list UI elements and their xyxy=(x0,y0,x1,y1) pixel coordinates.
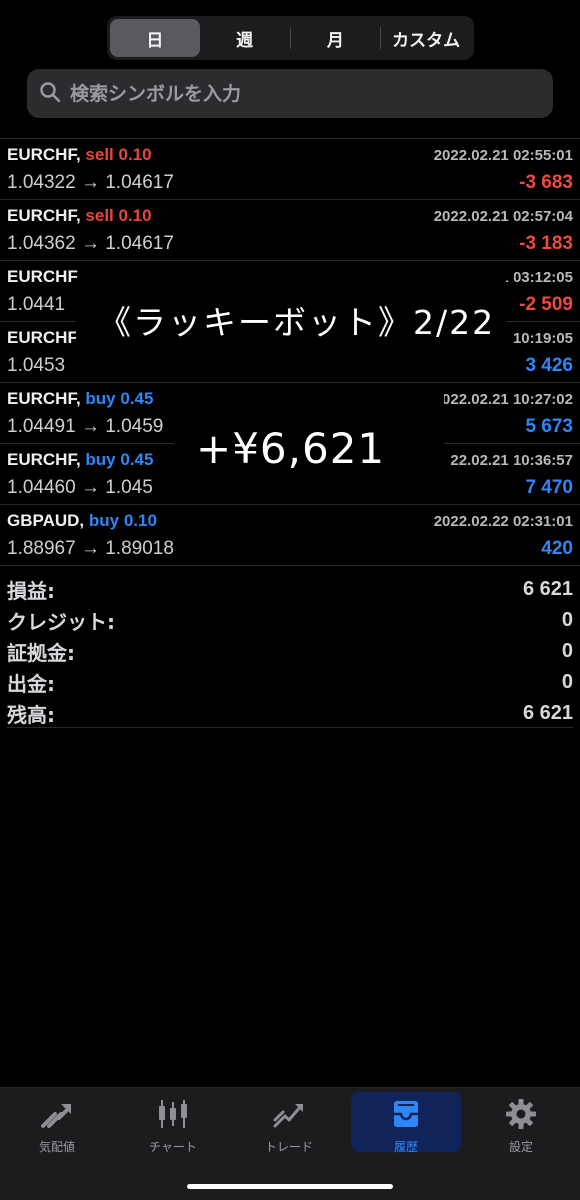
overlay-title: 《ラッキーボット》2/22 xyxy=(98,303,496,342)
deal-profit: 5 673 xyxy=(525,416,573,437)
settings-icon xyxy=(503,1092,539,1136)
deal-profit: -3 183 xyxy=(519,233,573,254)
period-tab-custom[interactable]: カスタム xyxy=(381,19,471,57)
deal-time: 2022.02.21 02:55:01 xyxy=(433,147,573,164)
period-tab-day[interactable]: 日 xyxy=(110,19,200,57)
deal-side: sell 0.10 xyxy=(85,206,152,225)
deal-time: 2022.02.21 10:27:02 xyxy=(433,391,573,408)
summary-row-balance: 残高: 6 621 xyxy=(0,698,580,729)
deal-symbol: EURCHF, xyxy=(7,328,81,347)
trade-icon xyxy=(271,1092,307,1136)
deal-profit: -3 683 xyxy=(519,172,573,193)
search-input[interactable] xyxy=(70,82,510,105)
deal-prices: 1.04491 → 1.0459 xyxy=(7,416,164,437)
summary-value: 6 621 xyxy=(522,702,573,724)
deal-row[interactable]: GBPAUD, buy 0.10 2022.02.22 02:31:01 1.8… xyxy=(0,504,580,565)
deal-side: buy 0.45 xyxy=(85,450,154,469)
summary-value: 0 xyxy=(561,640,573,662)
overlay-profit-amount: +¥6,621 xyxy=(196,424,386,473)
tab-trade[interactable]: トレード xyxy=(234,1092,344,1154)
deal-prices: 1.88967 → 1.89018 xyxy=(7,538,174,559)
deal-symbol: EURCHF, buy 0.45 xyxy=(7,450,154,469)
summary-label: 証拠金: xyxy=(7,641,75,665)
deal-row[interactable]: EURCHF, sell 0.10 2022.02.21 02:57:04 1.… xyxy=(0,199,580,260)
deal-side: buy 0.45 xyxy=(85,389,154,408)
deal-time: 22.02.21 10:36:57 xyxy=(450,452,573,469)
summary-label: クレジット: xyxy=(7,610,115,634)
overlay-backdrop xyxy=(84,262,514,278)
deal-symbol: EURCHF, sell 0.10 xyxy=(7,206,152,225)
summary-row-credit: クレジット: 0 xyxy=(0,605,580,636)
search-icon xyxy=(39,81,61,107)
deal-symbol: EURCHF, sell 0.10 xyxy=(7,145,152,164)
tab-quotes[interactable]: 気配値 xyxy=(2,1092,112,1154)
tab-settings[interactable]: 設定 xyxy=(466,1092,576,1154)
deal-profit: 420 xyxy=(541,538,573,559)
deal-prices: 1.0441 xyxy=(7,294,66,315)
period-segmented-control: 日 週 月 カスタム xyxy=(107,16,474,60)
deal-time: 2022.02.22 02:31:01 xyxy=(433,513,573,530)
history-icon xyxy=(388,1092,424,1136)
deal-profit: -2 509 xyxy=(519,294,573,315)
deal-prices: 1.04322 → 1.04617 xyxy=(7,172,174,193)
deal-prices: 1.04460 → 1.045 xyxy=(7,477,153,498)
tab-label: 設定 xyxy=(508,1140,533,1154)
chart-icon xyxy=(155,1092,191,1136)
deal-time: 10:19:05 xyxy=(512,330,573,347)
symbol-search-bar[interactable] xyxy=(27,69,553,118)
account-summary: 損益: 6 621 クレジット: 0 証拠金: 0 出金: 0 残高: 6 62… xyxy=(0,565,580,729)
tab-label: 気配値 xyxy=(38,1140,75,1154)
deal-time: 2022.02.21 02:57:04 xyxy=(433,208,573,225)
summary-row-margin: 証拠金: 0 xyxy=(0,636,580,667)
summary-row-withdrawal: 出金: 0 xyxy=(0,667,580,698)
tab-label: チャート xyxy=(149,1140,197,1154)
summary-value: 0 xyxy=(561,671,573,693)
deal-prices: 1.04362 → 1.04617 xyxy=(7,233,174,254)
deal-symbol: EURCHF, buy 0.45 xyxy=(7,389,154,408)
summary-label: 残高: xyxy=(7,703,55,727)
tab-label: トレード xyxy=(264,1140,313,1154)
deal-symbol: GBPAUD, buy 0.10 xyxy=(7,511,157,530)
period-tab-month[interactable]: 月 xyxy=(291,19,381,57)
deal-prices: 1.0453 xyxy=(7,355,66,376)
deal-side: buy 0.10 xyxy=(88,511,157,530)
deal-profit: 7 470 xyxy=(525,477,573,498)
tab-label: 履歴 xyxy=(393,1140,418,1154)
tab-chart[interactable]: チャート xyxy=(118,1092,228,1154)
period-tab-week[interactable]: 週 xyxy=(200,19,290,57)
deal-profit: 3 426 xyxy=(525,355,573,376)
summary-value: 6 621 xyxy=(522,578,573,600)
divider xyxy=(7,727,573,728)
summary-row-profit: 損益: 6 621 xyxy=(0,574,580,605)
summary-value: 0 xyxy=(561,609,573,631)
summary-label: 出金: xyxy=(7,672,55,696)
tab-history[interactable]: 履歴 xyxy=(351,1092,461,1154)
deal-row[interactable]: EURCHF, sell 0.10 2022.02.21 02:55:01 1.… xyxy=(0,138,580,199)
summary-label: 損益: xyxy=(7,579,55,603)
home-indicator[interactable] xyxy=(187,1184,393,1189)
quotes-icon xyxy=(39,1092,75,1136)
overlay-backdrop xyxy=(160,355,360,377)
deal-side: sell 0.10 xyxy=(85,145,152,164)
